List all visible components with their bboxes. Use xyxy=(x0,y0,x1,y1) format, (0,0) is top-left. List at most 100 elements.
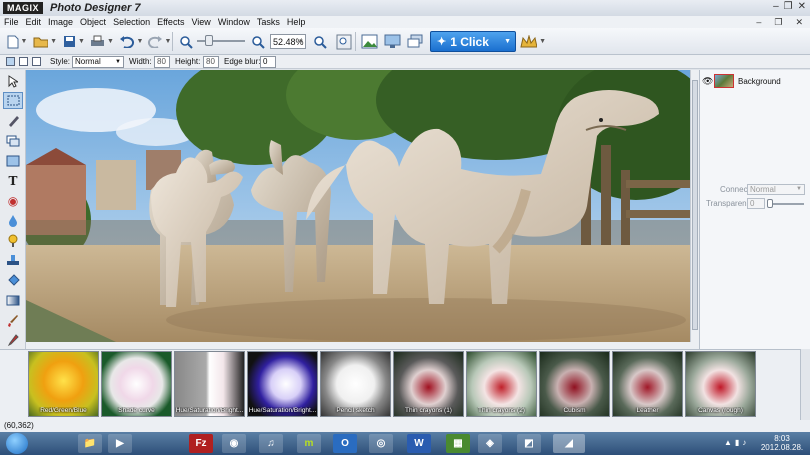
block-icon: ▦ xyxy=(453,438,463,449)
selection-mode-add-icon[interactable] xyxy=(19,57,28,66)
layers-button[interactable] xyxy=(405,32,425,51)
height-field[interactable]: 80 xyxy=(203,56,219,68)
pointer-tool[interactable] xyxy=(3,73,23,90)
taskbar-clock[interactable]: 8:03 2012.08.28. xyxy=(760,434,804,452)
zoom-fit-button[interactable] xyxy=(334,32,354,51)
transparency-field[interactable]: 0 xyxy=(747,198,765,209)
layer-visibility-icon[interactable]: 👁 xyxy=(702,76,713,87)
taskbar-app-grid[interactable]: ◈ xyxy=(478,434,502,453)
scrollbar-thumb[interactable] xyxy=(692,80,698,330)
effect-thumb-thin-crayons-1[interactable]: Thin crayons (1) xyxy=(393,351,464,417)
effect-thumb-pencil-sketch[interactable]: Pencil sketch xyxy=(320,351,391,417)
taskbar-filezilla[interactable]: Fz xyxy=(189,434,213,453)
menu-view[interactable]: View xyxy=(191,17,210,27)
style-select[interactable]: Normal ▼ xyxy=(72,56,124,68)
transparency-slider-handle[interactable] xyxy=(767,199,773,208)
dodge-tool[interactable] xyxy=(3,232,23,249)
zoom-in-icon xyxy=(252,35,265,49)
effect-thumb-hue-saturation-2[interactable]: Hue/Saturation/Bright... xyxy=(247,351,318,417)
open-button[interactable]: ▼ xyxy=(33,32,57,51)
picture-import-button[interactable] xyxy=(359,32,379,51)
blur-tool[interactable] xyxy=(3,212,23,229)
network-icon[interactable]: ▮ xyxy=(735,438,739,447)
doc-close-icon[interactable]: ✕ xyxy=(795,17,803,28)
display-button[interactable] xyxy=(382,32,402,51)
close-icon[interactable]: ✕ xyxy=(798,1,806,12)
transparency-slider[interactable] xyxy=(768,203,804,205)
effect-label: Pencil sketch xyxy=(336,407,375,414)
menu-object[interactable]: Object xyxy=(80,17,106,27)
menu-selection[interactable]: Selection xyxy=(113,17,150,27)
effect-thumb-hue-saturation-1[interactable]: Hue/Saturation/Bright... xyxy=(174,351,245,417)
minimize-icon[interactable]: – xyxy=(773,1,779,12)
doc-restore-icon[interactable]: ❐ xyxy=(774,17,782,28)
volume-icon[interactable]: ♪ xyxy=(742,438,746,447)
taskbar-explorer[interactable]: 📁 xyxy=(78,434,102,453)
save-button[interactable]: ▼ xyxy=(62,32,86,51)
zoom-100-button[interactable] xyxy=(310,32,330,51)
taskbar-word[interactable]: W xyxy=(407,434,431,453)
taskbar-photo-designer[interactable]: ◢ xyxy=(553,434,585,453)
effect-thumb-cubism[interactable]: Cubism xyxy=(539,351,610,417)
extras-button[interactable]: ▼ xyxy=(520,32,546,51)
menu-file[interactable]: File xyxy=(4,17,19,27)
image-canvas[interactable] xyxy=(26,70,690,342)
canvas-horizontal-scrollbar[interactable] xyxy=(26,342,699,349)
taskbar-minecraft[interactable]: ▦ xyxy=(446,434,470,453)
canvas-vertical-scrollbar[interactable] xyxy=(690,70,699,342)
taskbar-app-m[interactable]: m xyxy=(297,434,321,453)
tray-arrow-icon[interactable]: ▲ xyxy=(724,438,732,447)
gradient-tool[interactable] xyxy=(3,292,23,309)
paint-bucket-icon xyxy=(7,274,20,286)
text-tool[interactable]: T xyxy=(3,172,23,189)
effect-thumb-shade-curve[interactable]: Shade curve xyxy=(101,351,172,417)
style-value: Normal xyxy=(75,57,101,66)
menu-help[interactable]: Help xyxy=(287,17,306,27)
zoom-slider-handle[interactable] xyxy=(205,35,213,46)
image-object-tool[interactable] xyxy=(3,152,23,169)
lasso-tool[interactable] xyxy=(3,112,23,129)
effect-thumb-thin-crayons-2[interactable]: Thin crayons (2) xyxy=(466,351,537,417)
clone-tool[interactable] xyxy=(3,252,23,269)
zoom-out-button[interactable] xyxy=(178,32,194,51)
menu-window[interactable]: Window xyxy=(218,17,250,27)
taskbar-app-disc[interactable]: ◎ xyxy=(369,434,393,453)
selection-mode-subtract-icon[interactable] xyxy=(32,57,41,66)
taskbar-media-player[interactable]: ▶ xyxy=(108,434,132,453)
print-button[interactable]: ▼ xyxy=(90,32,114,51)
taskbar-outlook[interactable]: O xyxy=(333,434,357,453)
layer-row[interactable]: 👁 Background xyxy=(700,72,810,90)
taskbar-itunes[interactable]: ♫ xyxy=(259,434,283,453)
selection-mode-new-icon[interactable] xyxy=(6,57,15,66)
layer-tool[interactable] xyxy=(3,132,23,149)
effect-thumb-red-green-blue[interactable]: Red/Green/Blue xyxy=(28,351,99,417)
undo-button[interactable]: ▼ xyxy=(118,32,144,51)
taskbar-chrome[interactable]: ◉ xyxy=(222,434,246,453)
menu-tasks[interactable]: Tasks xyxy=(257,17,280,27)
taskbar-app-chart[interactable]: ◩ xyxy=(517,434,541,453)
zoom-level-select[interactable]: 52.48% ▼ xyxy=(270,34,306,49)
redo-button[interactable]: ▼ xyxy=(146,32,172,51)
connect-select[interactable]: Normal ▼ xyxy=(747,184,805,195)
zoom-in-button[interactable] xyxy=(250,32,266,51)
eyedropper-tool[interactable] xyxy=(3,332,23,349)
doc-minimize-icon[interactable]: – xyxy=(756,17,761,28)
menu-effects[interactable]: Effects xyxy=(157,17,184,27)
effect-label: Cubism xyxy=(563,407,586,414)
rectangle-selection-tool[interactable] xyxy=(3,92,23,109)
start-button[interactable] xyxy=(6,433,28,454)
width-field[interactable]: 80 xyxy=(154,56,170,68)
undo-icon xyxy=(119,36,134,48)
effect-thumb-canvas-rough[interactable]: Canvas (rough) xyxy=(685,351,756,417)
brush-tool[interactable] xyxy=(3,312,23,329)
menu-image[interactable]: Image xyxy=(48,17,73,27)
new-file-button[interactable]: ▼ xyxy=(5,32,29,51)
effects-scrollbar[interactable] xyxy=(800,349,810,420)
fill-tool[interactable] xyxy=(3,272,23,289)
effect-thumb-leather[interactable]: Leather xyxy=(612,351,683,417)
one-click-button[interactable]: ✦ 1 Click ▼ xyxy=(430,31,516,52)
edge-blur-field[interactable]: 0 xyxy=(260,56,276,68)
red-eye-tool[interactable]: ◉ xyxy=(3,192,23,209)
menu-edit[interactable]: Edit xyxy=(26,17,42,27)
maximize-icon[interactable]: ❐ xyxy=(784,1,793,12)
